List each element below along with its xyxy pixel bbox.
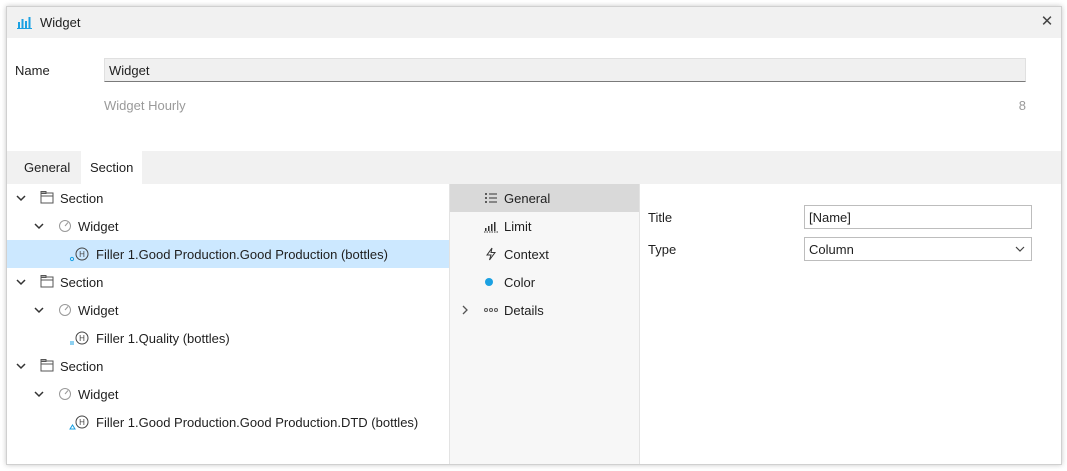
chevron-down-icon[interactable] bbox=[33, 304, 45, 316]
nav-item-label: Color bbox=[504, 275, 536, 290]
gauge-icon bbox=[59, 220, 71, 232]
nav-item-details[interactable]: Details bbox=[450, 296, 639, 324]
svg-text:H: H bbox=[79, 418, 85, 427]
dots-icon bbox=[484, 308, 498, 312]
tree-item-tag[interactable]: H Filler 1.Good Production.Good Producti… bbox=[7, 240, 449, 268]
tree-item-label: Section bbox=[60, 191, 104, 206]
bar-chart-icon bbox=[17, 17, 32, 29]
section-tree: Section Widget H Filler 1.Good Productio… bbox=[7, 184, 450, 464]
section-icon bbox=[40, 191, 54, 204]
name-label: Name bbox=[15, 63, 50, 78]
tab-bar: General Section bbox=[7, 151, 1061, 184]
nav-item-label: Limit bbox=[504, 219, 532, 234]
tree-item-label: Filler 1.Quality (bottles) bbox=[96, 331, 230, 346]
tree-item-section[interactable]: Section bbox=[7, 268, 449, 296]
title-bar: Widget ✕ bbox=[7, 7, 1061, 38]
tab-general[interactable]: General bbox=[15, 151, 79, 184]
historian-tag-icon: H bbox=[70, 331, 89, 345]
nav-item-label: Details bbox=[504, 303, 544, 318]
tree-item-label: Section bbox=[60, 275, 104, 290]
chevron-right-icon[interactable] bbox=[460, 303, 470, 317]
historian-tag-icon: H bbox=[69, 415, 89, 430]
historian-tag-icon: H bbox=[69, 247, 89, 262]
gauge-icon bbox=[59, 388, 71, 400]
name-input[interactable] bbox=[104, 58, 1026, 82]
svg-text:H: H bbox=[79, 334, 85, 343]
title-input[interactable] bbox=[804, 205, 1032, 229]
tree-item-label: Filler 1.Good Production.Good Production… bbox=[96, 415, 419, 430]
list-icon bbox=[485, 193, 497, 203]
tree-item-widget[interactable]: Widget bbox=[7, 212, 449, 240]
title-label: Title bbox=[648, 210, 673, 225]
chevron-down-icon[interactable] bbox=[33, 388, 45, 400]
nav-item-color[interactable]: Color bbox=[450, 268, 639, 296]
type-label: Type bbox=[648, 242, 677, 257]
tree-item-widget[interactable]: Widget bbox=[7, 296, 449, 324]
tree-item-section[interactable]: Section bbox=[7, 184, 449, 212]
close-icon: ✕ bbox=[1040, 13, 1054, 30]
lightning-icon bbox=[486, 247, 496, 261]
tree-item-label: Section bbox=[60, 359, 104, 374]
nav-item-label: Context bbox=[504, 247, 549, 262]
property-category-nav: General Limit Context Color Details bbox=[450, 184, 640, 464]
type-select-value: Column bbox=[809, 242, 854, 257]
nav-item-general[interactable]: General bbox=[450, 184, 639, 212]
tab-section[interactable]: Section bbox=[81, 151, 143, 184]
svg-text:H: H bbox=[79, 250, 85, 259]
tree-item-label: Widget bbox=[78, 219, 119, 234]
chevron-down-icon bbox=[1015, 246, 1025, 252]
tree-item-label: Filler 1.Good Production.Good Production… bbox=[96, 247, 388, 262]
tree-item-widget[interactable]: Widget bbox=[7, 380, 449, 408]
color-dot-icon bbox=[485, 278, 493, 286]
type-select[interactable]: Column bbox=[804, 237, 1032, 261]
chevron-down-icon[interactable] bbox=[15, 360, 27, 372]
tree-item-tag[interactable]: H Filler 1.Quality (bottles) bbox=[7, 324, 449, 352]
widget-count: 8 bbox=[1018, 98, 1026, 113]
tree-item-section[interactable]: Section bbox=[7, 352, 449, 380]
chevron-down-icon[interactable] bbox=[15, 192, 27, 204]
gauge-icon bbox=[59, 304, 71, 316]
section-icon bbox=[40, 359, 54, 372]
widget-dialog: Widget ✕ Name Widget Hourly 8 General Se… bbox=[6, 6, 1062, 465]
tree-item-tag[interactable]: H Filler 1.Good Production.Good Producti… bbox=[7, 408, 449, 436]
widget-subtitle: Widget Hourly bbox=[104, 98, 186, 113]
tree-item-label: Widget bbox=[78, 387, 119, 402]
limit-icon bbox=[484, 222, 498, 233]
close-button[interactable]: ✕ bbox=[1037, 12, 1057, 32]
chevron-down-icon[interactable] bbox=[15, 276, 27, 288]
chevron-down-icon[interactable] bbox=[33, 220, 45, 232]
properties-panel: Title Type Column bbox=[640, 184, 1061, 464]
window-title: Widget bbox=[40, 15, 81, 30]
nav-item-label: General bbox=[504, 191, 551, 206]
section-icon bbox=[40, 275, 54, 288]
nav-item-context[interactable]: Context bbox=[450, 240, 639, 268]
tree-item-label: Widget bbox=[78, 303, 119, 318]
nav-item-limit[interactable]: Limit bbox=[450, 212, 639, 240]
